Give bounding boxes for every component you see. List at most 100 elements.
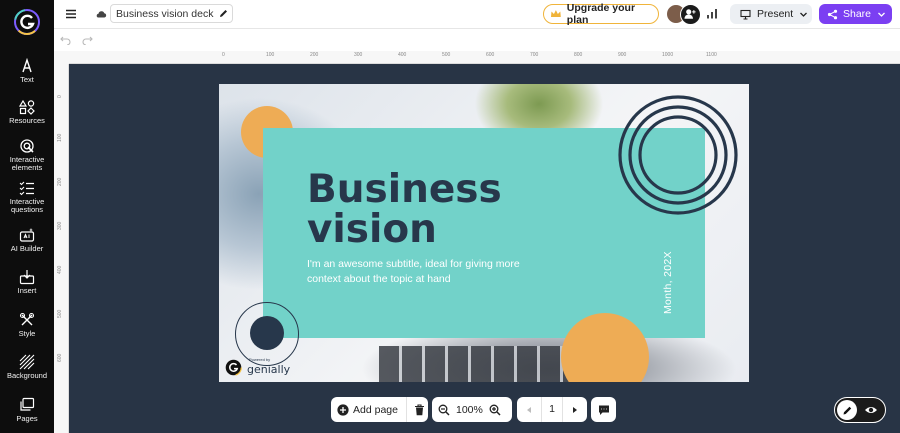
ruler-tick-label: 400 — [57, 265, 63, 274]
history-bar — [54, 29, 900, 51]
interactive-elements-icon — [20, 139, 34, 153]
ruler-tick-label: 500 — [442, 52, 451, 58]
ruler-tick-label: 1100 — [706, 52, 717, 58]
sidebar-item-label: Insert — [17, 286, 37, 295]
page-actions-bar: Add page — [331, 397, 428, 422]
pages-icon — [20, 397, 35, 411]
ruler-corner — [54, 51, 69, 64]
sidebar-item-interactive-elements[interactable]: Interactive elements — [0, 138, 54, 172]
sidebar-item-insert[interactable]: Insert — [0, 269, 54, 295]
style-icon — [19, 312, 35, 326]
share-icon — [827, 9, 838, 19]
ruler-tick-label: 200 — [57, 177, 63, 186]
sidebar-item-resources[interactable]: Resources — [0, 99, 54, 125]
upgrade-plan-label: Upgrade your plan — [566, 2, 636, 26]
ruler-tick-label: 200 — [310, 52, 319, 58]
present-button[interactable]: Present — [730, 4, 812, 24]
powered-by-label: Powered by — [249, 357, 271, 362]
pencil-icon[interactable] — [218, 8, 229, 19]
chevron-down-icon — [878, 12, 885, 17]
ruler-tick-label: 900 — [618, 52, 627, 58]
interactive-questions-icon — [19, 181, 34, 196]
zoom-controls: 100% — [432, 397, 512, 422]
trash-icon[interactable] — [414, 403, 425, 416]
sidebar-item-label: Style — [18, 329, 36, 338]
presentation-icon — [740, 9, 751, 20]
slide[interactable]: Business vision I'm an awesome subtitle,… — [219, 84, 749, 382]
zoom-level[interactable]: 100% — [456, 404, 483, 416]
share-label: Share — [843, 8, 872, 20]
sidebar-item-pages[interactable]: Pages — [0, 397, 54, 423]
genially-wordmark: genially — [247, 362, 291, 376]
redo-icon[interactable] — [82, 35, 93, 45]
ruler-tick-label: 700 — [530, 52, 539, 58]
zoom-in-icon[interactable] — [489, 404, 501, 416]
ruler-tick-label: 0 — [222, 52, 225, 58]
vertical-ruler[interactable]: 0 100 200 300 400 500 600 — [54, 64, 69, 433]
add-user-icon — [684, 9, 696, 19]
add-page-button[interactable]: Add page — [353, 404, 398, 416]
plus-circle-icon[interactable] — [337, 403, 349, 416]
document-title-field[interactable]: Business vision deck — [110, 4, 233, 23]
sidebar-item-style[interactable]: Style — [0, 312, 54, 338]
sidebar-item-label: Resources — [9, 116, 45, 125]
signal-bars-icon[interactable] — [706, 8, 718, 19]
ai-builder-icon — [19, 228, 35, 242]
undo-icon[interactable] — [60, 35, 71, 45]
ruler-tick-label: 100 — [266, 52, 275, 58]
next-page-icon[interactable] — [571, 406, 579, 414]
concentric-rings-shape[interactable] — [617, 94, 739, 216]
ruler-tick-label: 300 — [57, 221, 63, 230]
sidebar-item-label: Interactive questions — [9, 197, 45, 214]
sidebar-item-label: Background — [6, 371, 48, 380]
current-page-number[interactable]: 1 — [541, 397, 563, 422]
genially-logo-icon — [225, 358, 242, 376]
sidebar-item-interactive-questions[interactable]: Interactive questions — [0, 180, 54, 214]
genially-logo-icon[interactable] — [14, 9, 40, 35]
hamburger-menu-icon[interactable] — [64, 7, 78, 21]
ruler-tick-label: 600 — [57, 353, 63, 362]
slide-title[interactable]: Business vision — [307, 170, 547, 250]
previous-page-icon[interactable] — [525, 406, 533, 414]
sidebar-item-ai-builder[interactable]: AI Builder — [0, 227, 54, 253]
left-sidebar: Text Resources Interactive elements Inte… — [0, 0, 54, 433]
sidebar-item-label: Interactive elements — [9, 155, 45, 172]
app-window: Text Resources Interactive elements Inte… — [0, 0, 900, 433]
eye-icon[interactable] — [864, 403, 878, 417]
chevron-down-icon — [800, 12, 808, 17]
add-collaborator-avatar[interactable] — [680, 4, 701, 25]
crown-icon — [550, 10, 561, 17]
pencil-icon — [843, 406, 851, 414]
comment-icon — [598, 405, 609, 415]
divider — [405, 397, 407, 422]
ruler-tick-label: 0 — [57, 95, 63, 98]
ruler-tick-label: 400 — [398, 52, 407, 58]
cloud-saved-icon — [96, 11, 107, 18]
zoom-out-icon[interactable] — [438, 404, 450, 416]
upgrade-plan-button[interactable]: Upgrade your plan — [543, 2, 659, 26]
resources-icon — [19, 99, 35, 115]
horizontal-ruler[interactable]: 0 100 200 300 400 500 600 700 800 900 10… — [69, 51, 900, 64]
top-toolbar: Business vision deck Upgrade your plan P… — [54, 0, 900, 29]
text-icon — [22, 58, 32, 73]
share-button[interactable]: Share — [819, 4, 892, 24]
comments-button[interactable] — [591, 397, 616, 422]
sidebar-item-label: Text — [20, 75, 34, 84]
document-title: Business vision deck — [116, 8, 214, 20]
sidebar-item-label: AI Builder — [10, 244, 44, 253]
sidebar-item-label: Pages — [16, 414, 38, 423]
ruler-tick-label: 500 — [57, 309, 63, 318]
slide-date[interactable]: Month, 202X — [662, 251, 674, 314]
present-label: Present — [757, 8, 794, 20]
edit-mode-button[interactable] — [837, 400, 857, 420]
ruler-tick-label: 600 — [486, 52, 495, 58]
sidebar-item-text[interactable]: Text — [0, 58, 54, 84]
background-icon — [19, 354, 35, 370]
slide-subtitle[interactable]: I'm an awesome subtitle, ideal for givin… — [307, 257, 547, 287]
ruler-tick-label: 800 — [574, 52, 583, 58]
edit-preview-toggle[interactable] — [834, 397, 886, 423]
sidebar-item-background[interactable]: Background — [0, 354, 54, 380]
navy-circle-shape[interactable] — [250, 316, 284, 350]
page-navigation: 1 — [517, 397, 587, 422]
ruler-tick-label: 300 — [354, 52, 363, 58]
